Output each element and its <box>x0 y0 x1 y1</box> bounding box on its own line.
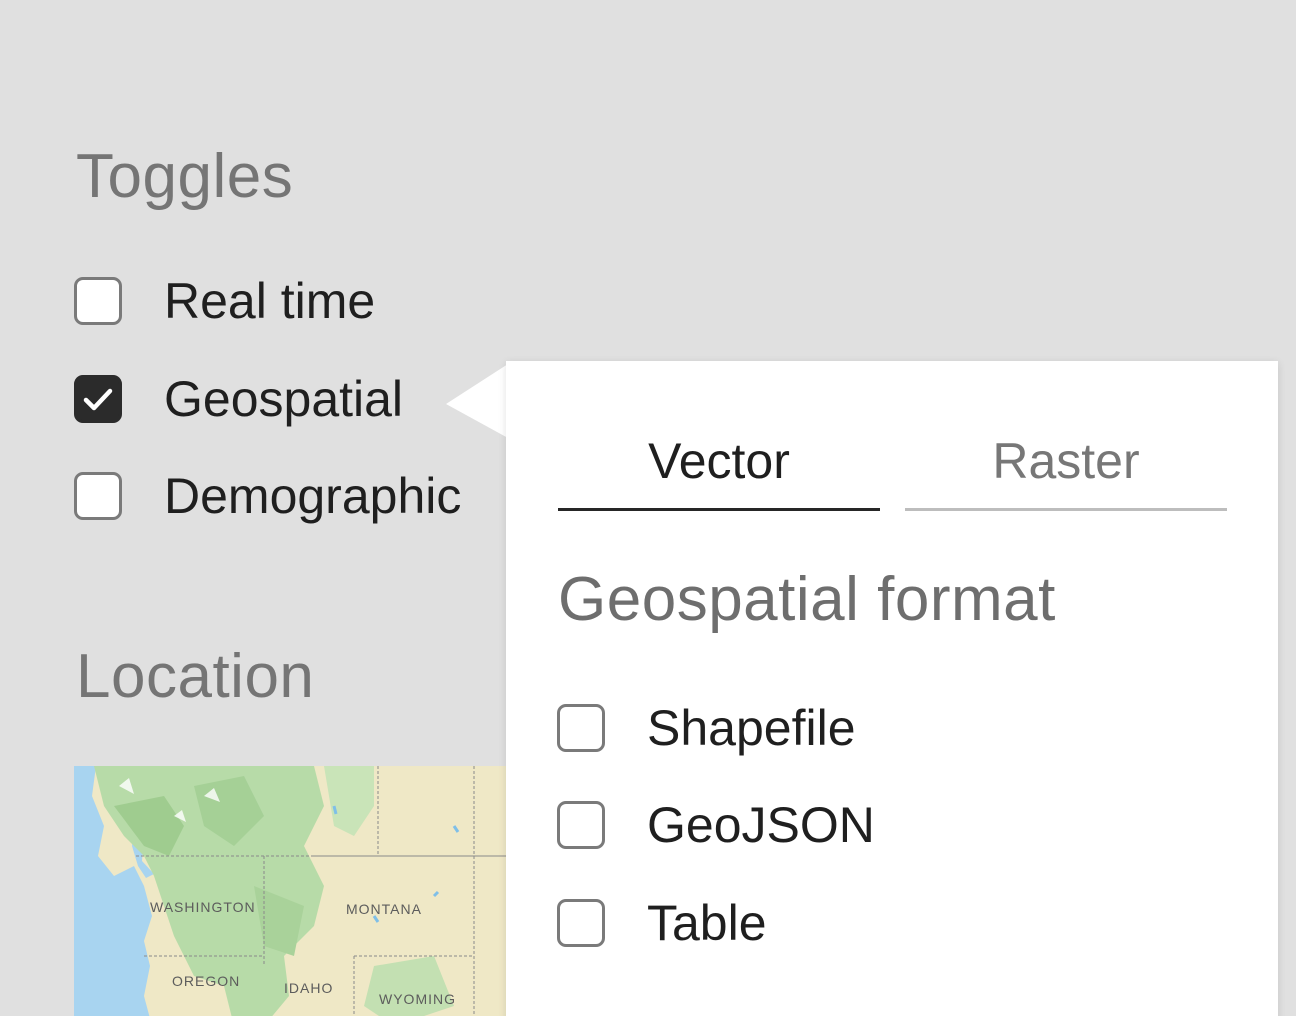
toggle-demographic[interactable]: Demographic <box>74 470 461 522</box>
map-label-wyoming: WYOMING <box>379 991 456 1007</box>
format-option-table[interactable]: Table <box>557 897 767 949</box>
map-label-idaho: IDAHO <box>284 980 333 996</box>
table-label: Table <box>647 895 767 951</box>
tab-raster-label: Raster <box>992 433 1140 489</box>
popover-arrow <box>446 364 508 438</box>
toggle-geospatial[interactable]: Geospatial <box>74 373 403 425</box>
geospatial-checkbox[interactable] <box>74 375 122 423</box>
geojson-label: GeoJSON <box>647 797 875 853</box>
tab-raster[interactable]: Raster <box>905 421 1227 511</box>
demographic-checkbox[interactable] <box>74 472 122 520</box>
format-tabs: Vector Raster <box>558 421 1228 511</box>
geospatial-format-heading: Geospatial format <box>558 565 1056 634</box>
map-label-washington: WASHINGTON <box>150 899 256 915</box>
check-icon <box>83 388 113 411</box>
format-option-geojson[interactable]: GeoJSON <box>557 799 875 851</box>
shapefile-checkbox[interactable] <box>557 704 605 752</box>
tab-raster-underline <box>905 508 1227 511</box>
real-time-checkbox[interactable] <box>74 277 122 325</box>
map-label-montana: MONTANA <box>346 901 422 917</box>
demographic-label: Demographic <box>164 468 462 524</box>
tab-vector[interactable]: Vector <box>558 421 880 511</box>
toggle-real-time[interactable]: Real time <box>74 275 375 327</box>
page: Toggles Real time Geospatial Demographic… <box>0 0 1296 1016</box>
geospatial-popover: Vector Raster Geospatial format Shapefil… <box>506 361 1278 1016</box>
tab-vector-label: Vector <box>648 433 790 489</box>
geojson-checkbox[interactable] <box>557 801 605 849</box>
location-heading: Location <box>76 642 315 711</box>
geospatial-label: Geospatial <box>164 371 404 427</box>
tab-vector-underline <box>558 508 880 511</box>
map-label-oregon: OREGON <box>172 973 240 989</box>
format-option-shapefile[interactable]: Shapefile <box>557 702 856 754</box>
real-time-label: Real time <box>164 273 376 329</box>
table-checkbox[interactable] <box>557 899 605 947</box>
location-map[interactable]: WASHINGTON MONTANA OREGON IDAHO WYOMING <box>74 766 514 1016</box>
shapefile-label: Shapefile <box>647 700 856 756</box>
toggles-heading: Toggles <box>76 142 294 211</box>
